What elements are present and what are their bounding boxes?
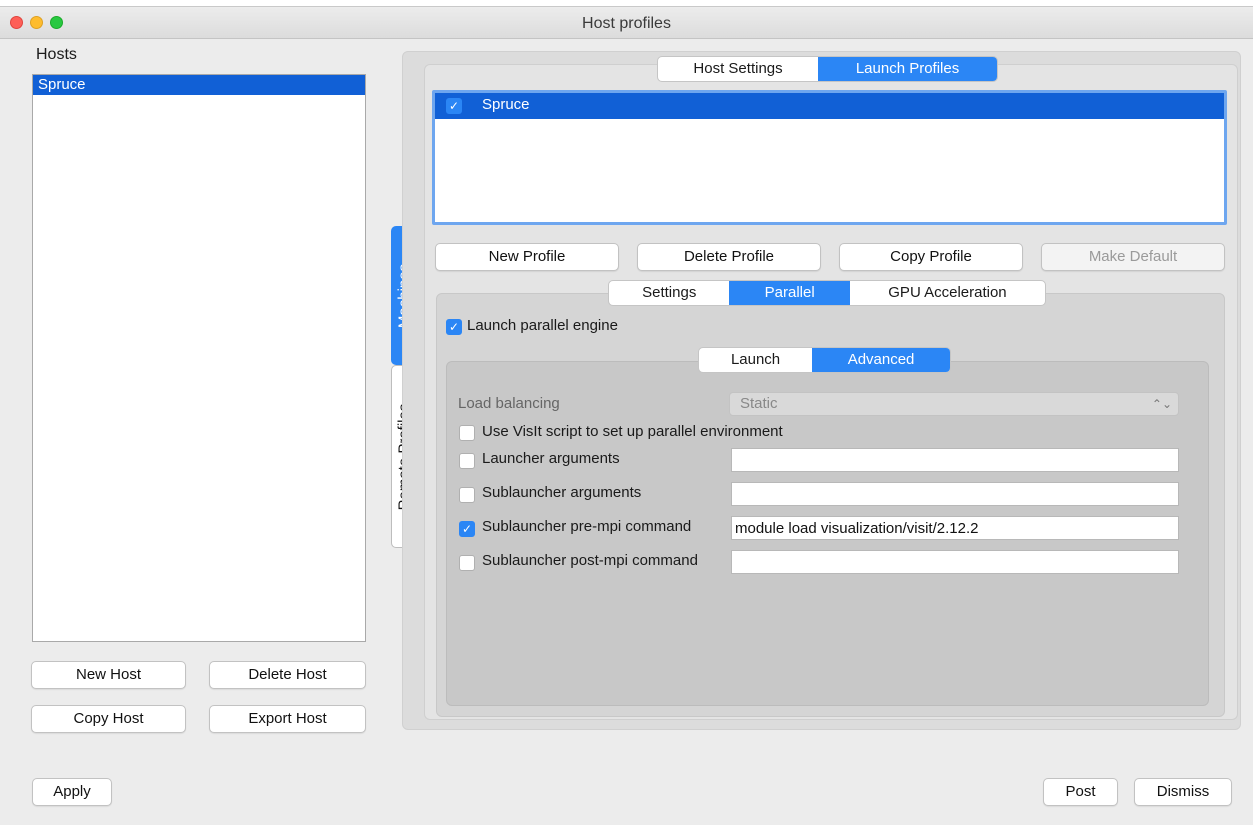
profile-tabs: Settings Parallel GPU Acceleration [608,280,1046,306]
new-host-button[interactable]: New Host [31,661,186,689]
sublauncher-arguments-checkbox[interactable] [459,487,475,503]
profile-checkbox[interactable]: ✓ [446,98,462,114]
window-title: Host profiles [582,15,671,32]
profile-list-item[interactable]: ✓ Spruce [435,93,1224,119]
load-balancing-select[interactable]: Static ⌃⌄ [729,392,1179,416]
pre-mpi-command-checkbox[interactable]: ✓ [459,521,475,537]
profile-list[interactable]: ✓ Spruce [432,90,1227,225]
make-default-button[interactable]: Make Default [1041,243,1225,271]
tab-advanced[interactable]: Advanced [812,348,950,372]
tab-launch-profiles[interactable]: Launch Profiles [818,57,997,81]
tab-gpu-acceleration[interactable]: GPU Acceleration [850,281,1045,305]
sublauncher-arguments-input[interactable] [731,482,1179,506]
copy-host-button[interactable]: Copy Host [31,705,186,733]
export-host-button[interactable]: Export Host [209,705,366,733]
host-tabs: Host Settings Launch Profiles [657,56,998,82]
launch-parallel-engine-label: Launch parallel engine [467,317,618,334]
pre-mpi-command-input[interactable] [731,516,1179,540]
use-visit-script-label: Use VisIt script to set up parallel envi… [482,423,783,440]
tab-launch[interactable]: Launch [699,348,812,372]
launcher-arguments-checkbox[interactable] [459,453,475,469]
title-bar: Host profiles [0,7,1253,39]
load-balancing-value: Static [740,395,778,412]
launcher-arguments-input[interactable] [731,448,1179,472]
dismiss-button[interactable]: Dismiss [1134,778,1232,806]
post-button[interactable]: Post [1043,778,1118,806]
pre-mpi-command-label: Sublauncher pre-mpi command [482,518,692,535]
delete-host-button[interactable]: Delete Host [209,661,366,689]
tab-parallel[interactable]: Parallel [729,281,850,305]
hosts-label: Hosts [36,46,77,63]
load-balancing-label: Load balancing [458,395,560,412]
apply-button[interactable]: Apply [32,778,112,806]
host-list[interactable]: Spruce [32,74,366,642]
post-mpi-command-label: Sublauncher post-mpi command [482,552,698,569]
launcher-arguments-label: Launcher arguments [482,450,620,467]
profile-name: Spruce [482,96,530,113]
post-mpi-command-input[interactable] [731,550,1179,574]
new-profile-button[interactable]: New Profile [435,243,619,271]
use-visit-script-checkbox[interactable] [459,425,475,441]
tab-settings[interactable]: Settings [609,281,729,305]
launch-parallel-engine-checkbox[interactable]: ✓ [446,319,462,335]
sublauncher-arguments-label: Sublauncher arguments [482,484,642,501]
parallel-subtabs: Launch Advanced [698,347,951,373]
updown-chevron-icon: ⌃⌄ [1151,397,1172,411]
delete-profile-button[interactable]: Delete Profile [637,243,821,271]
copy-profile-button[interactable]: Copy Profile [839,243,1023,271]
post-mpi-command-checkbox[interactable] [459,555,475,571]
tab-host-settings[interactable]: Host Settings [658,57,818,81]
host-list-item[interactable]: Spruce [33,75,365,95]
